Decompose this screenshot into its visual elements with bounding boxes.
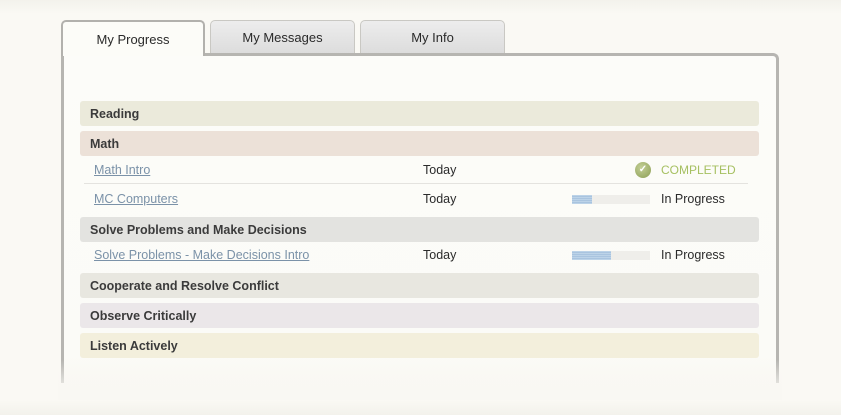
category-label: Listen Actively xyxy=(90,338,178,353)
category-solve-problems[interactable]: Solve Problems and Make Decisions xyxy=(80,217,759,242)
lesson-row-solve-intro: Solve Problems - Make Decisions Intro To… xyxy=(84,241,748,269)
row-divider xyxy=(84,183,748,184)
tab-label: My Progress xyxy=(96,31,170,47)
lesson-row-mc-computers: MC Computers Today In Progress xyxy=(84,185,748,213)
category-observe[interactable]: Observe Critically xyxy=(80,303,759,328)
tab-my-progress[interactable]: My Progress xyxy=(61,20,205,56)
status-completed: COMPLETED xyxy=(661,163,736,177)
category-reading[interactable]: Reading xyxy=(80,101,759,126)
category-label: Reading xyxy=(90,106,140,121)
status-text: In Progress xyxy=(661,248,725,262)
panel-fade xyxy=(58,360,782,400)
page: My Progress My Messages My Info Reading … xyxy=(0,0,841,415)
lesson-row-math-intro: Math Intro Today ✓ COMPLETED xyxy=(84,156,748,184)
tab-label: My Info xyxy=(411,30,454,45)
category-label: Solve Problems and Make Decisions xyxy=(90,222,307,237)
lesson-date: Today xyxy=(423,192,457,206)
category-label: Observe Critically xyxy=(90,308,197,323)
tab-my-info[interactable]: My Info xyxy=(360,20,505,54)
lesson-link[interactable]: Math Intro xyxy=(94,163,150,177)
progress-fill xyxy=(572,251,611,260)
lesson-date: Today xyxy=(423,163,457,177)
lesson-link[interactable]: Solve Problems - Make Decisions Intro xyxy=(94,248,309,262)
category-label: Cooperate and Resolve Conflict xyxy=(90,278,279,293)
progress-bar xyxy=(572,195,650,204)
tab-label: My Messages xyxy=(242,30,323,45)
progress-fill xyxy=(572,195,592,204)
check-circle-icon: ✓ xyxy=(635,162,651,178)
category-math[interactable]: Math xyxy=(80,131,759,156)
category-label: Math xyxy=(90,136,120,151)
category-listen[interactable]: Listen Actively xyxy=(80,333,759,358)
status-text: In Progress xyxy=(661,192,725,206)
lesson-date: Today xyxy=(423,248,457,262)
lesson-link[interactable]: MC Computers xyxy=(94,192,178,206)
tab-my-messages[interactable]: My Messages xyxy=(210,20,355,54)
category-cooperate[interactable]: Cooperate and Resolve Conflict xyxy=(80,273,759,298)
progress-bar xyxy=(572,251,650,260)
